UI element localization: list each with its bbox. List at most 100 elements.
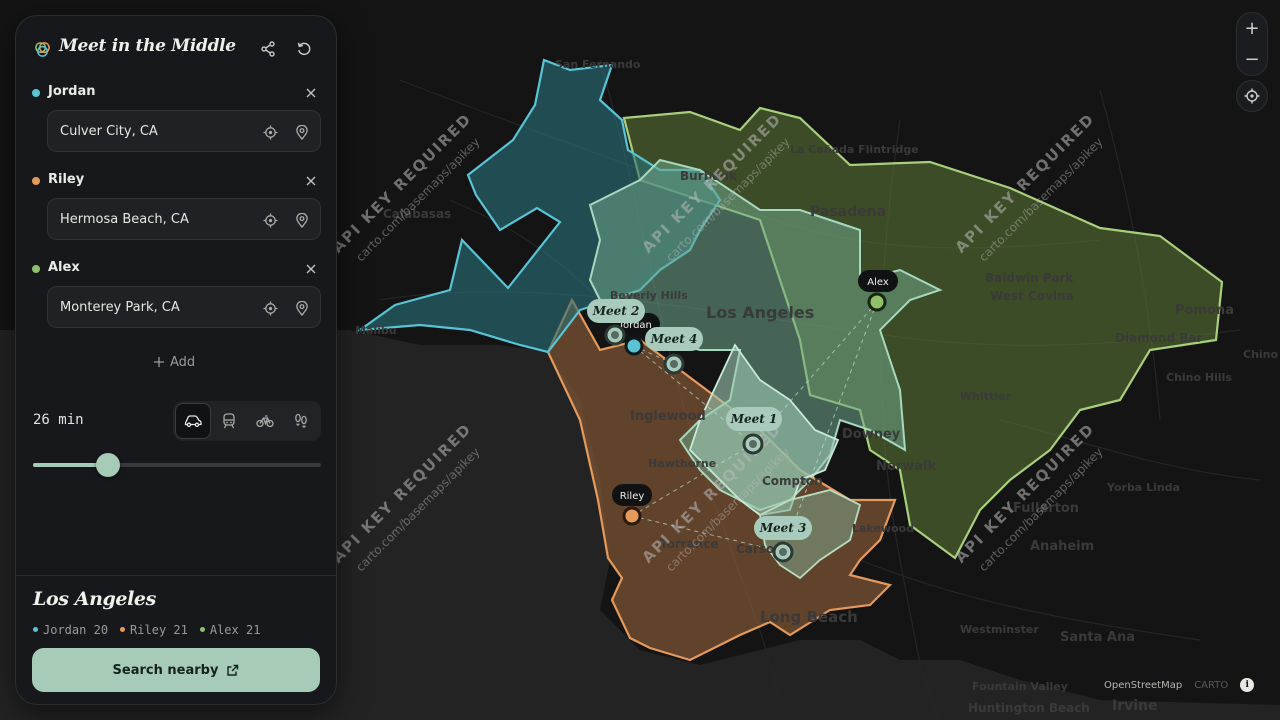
place-label: Irvine <box>1112 698 1158 714</box>
svg-text:Meet 4: Meet 4 <box>650 332 698 346</box>
color-dot <box>32 265 40 273</box>
map-attribution: OpenStreetMap CARTO i <box>1104 676 1255 694</box>
svg-text:Meet 1: Meet 1 <box>730 412 778 426</box>
mode-transit-button[interactable] <box>211 403 247 439</box>
pick-on-map-button[interactable] <box>291 297 313 319</box>
reset-button[interactable] <box>293 38 315 60</box>
app-title: Meet in the Middle <box>59 36 236 56</box>
add-person-button[interactable]: Add <box>154 352 195 372</box>
close-icon <box>306 264 316 274</box>
location-input[interactable] <box>60 111 240 151</box>
panel-header: Meet in the Middle <box>16 16 336 80</box>
travel-time-slider[interactable] <box>33 453 321 477</box>
place-label: Downey <box>842 427 901 442</box>
search-nearby-button[interactable]: Search nearby <box>32 648 320 692</box>
place-label: Los Angeles <box>706 303 814 322</box>
time-alex: Alex 21 <box>199 623 260 637</box>
place-label: Diamond Bar <box>1115 331 1202 345</box>
place-label: Huntington Beach <box>968 701 1090 715</box>
svg-text:Alex: Alex <box>867 277 889 288</box>
footprints-icon <box>295 413 307 428</box>
mode-car-button[interactable] <box>175 403 211 439</box>
place-label: Long Beach <box>760 608 858 626</box>
place-label: San Fernando <box>555 58 641 71</box>
place-label: Anaheim <box>1030 539 1094 554</box>
plus-icon <box>154 357 164 367</box>
close-icon <box>306 88 316 98</box>
remove-person-button[interactable] <box>300 170 322 192</box>
crosshair-icon <box>262 212 278 228</box>
person-header: Riley <box>32 170 322 192</box>
zoom-out-button[interactable]: − <box>1237 44 1267 75</box>
person-header: Alex <box>32 258 322 280</box>
use-my-location-button[interactable] <box>259 297 281 319</box>
add-label: Add <box>170 354 196 370</box>
place-label: Chino Hills <box>1166 371 1232 384</box>
time-riley: Riley 21 <box>120 623 188 637</box>
map-pin-icon <box>296 212 308 228</box>
place-label: Whittier <box>960 390 1011 403</box>
place-label: Pomona <box>1175 303 1234 318</box>
place-label: Lakewood <box>852 522 914 535</box>
crosshair-icon <box>262 300 278 316</box>
place-label: Chino <box>1243 348 1279 361</box>
bike-icon <box>256 415 274 428</box>
reset-icon <box>297 42 311 56</box>
location-input[interactable] <box>60 287 240 327</box>
zoom-control: + − <box>1236 12 1268 76</box>
svg-text:Meet 2: Meet 2 <box>592 304 640 318</box>
remove-person-button[interactable] <box>300 258 322 280</box>
person-header: Jordan <box>32 82 322 104</box>
place-label: Westminster <box>960 623 1039 636</box>
attribution-carto-link[interactable]: CARTO <box>1194 680 1228 691</box>
person-name: Alex <box>48 260 80 275</box>
train-icon <box>223 413 235 429</box>
svg-text:Meet 3: Meet 3 <box>759 521 807 535</box>
person-name: Jordan <box>48 84 96 99</box>
location-field <box>47 110 321 152</box>
mode-walk-button[interactable] <box>283 403 319 439</box>
color-dot <box>32 177 40 185</box>
place-label: La Cañada Flintridge <box>790 143 919 156</box>
place-label: Fountain Valley <box>972 680 1068 693</box>
location-input[interactable] <box>60 199 240 239</box>
share-button[interactable] <box>257 38 279 60</box>
locate-me-button[interactable] <box>1236 80 1268 112</box>
mode-bike-button[interactable] <box>247 403 283 439</box>
pick-on-map-button[interactable] <box>291 121 313 143</box>
car-icon <box>184 415 202 428</box>
share-icon <box>261 41 275 57</box>
location-field <box>47 198 321 240</box>
place-label: Hawthorne <box>648 457 716 470</box>
map-pin-icon <box>296 300 308 316</box>
result-city: Los Angeles <box>33 588 156 610</box>
place-label: Inglewood <box>630 409 706 424</box>
close-icon <box>306 176 316 186</box>
place-label: Pasadena <box>810 204 886 220</box>
attribution-osm-link[interactable]: OpenStreetMap <box>1104 680 1182 691</box>
pick-on-map-button[interactable] <box>291 209 313 231</box>
travel-mode-selector <box>173 401 321 441</box>
place-label: West Covina <box>990 289 1074 303</box>
divider <box>16 575 336 576</box>
slider-thumb[interactable] <box>96 453 120 477</box>
zoom-in-button[interactable]: + <box>1237 13 1267 44</box>
crosshair-icon <box>1244 88 1260 104</box>
search-nearby-label: Search nearby <box>112 662 219 678</box>
person-name: Riley <box>48 172 85 187</box>
external-link-icon <box>227 664 239 676</box>
map-pin-icon <box>296 124 308 140</box>
place-label: Santa Ana <box>1060 630 1135 645</box>
crosshair-icon <box>262 124 278 140</box>
svg-text:Riley: Riley <box>620 491 645 502</box>
logo-icon <box>35 42 50 57</box>
side-panel: Meet in the Middle Jordan Culver City, C… <box>15 15 337 705</box>
place-label: Malibu <box>355 324 397 337</box>
time-jordan: Jordan 20 <box>33 623 108 637</box>
info-icon[interactable]: i <box>1240 678 1255 692</box>
use-my-location-button[interactable] <box>259 121 281 143</box>
travel-times: Jordan 20 Riley 21 Alex 21 <box>33 623 260 637</box>
use-my-location-button[interactable] <box>259 209 281 231</box>
remove-person-button[interactable] <box>300 82 322 104</box>
travel-time-label: 26 min <box>33 412 84 428</box>
